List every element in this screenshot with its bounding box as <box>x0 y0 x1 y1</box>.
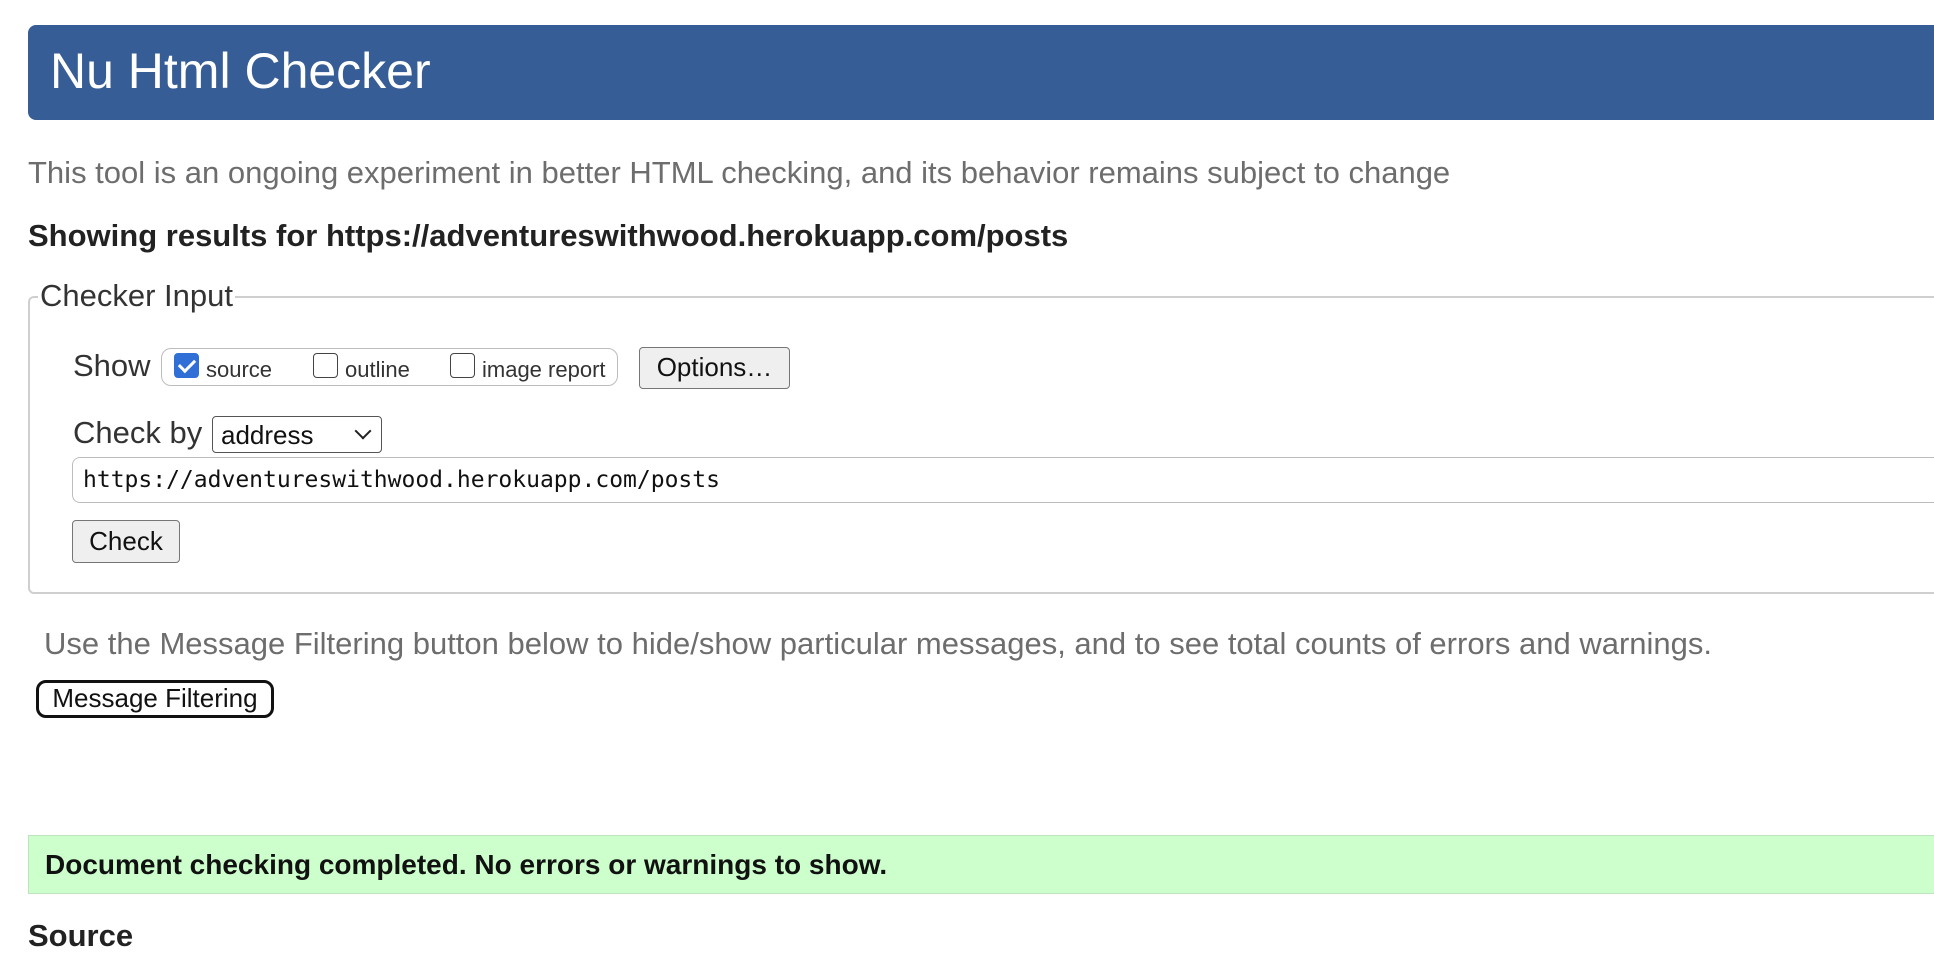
options-button[interactable]: Options… <box>639 347 790 389</box>
message-filtering-note: Use the Message Filtering button below t… <box>44 626 1713 661</box>
chevron-down-icon <box>354 422 372 440</box>
check-by-select[interactable]: address <box>212 416 382 453</box>
message-filtering-button[interactable]: Message Filtering <box>36 680 274 718</box>
url-input[interactable]: https://adventureswithwood.herokuapp.com… <box>72 457 1934 503</box>
header-banner: Nu Html Checker <box>28 25 1934 120</box>
source-heading: Source <box>28 918 134 953</box>
source-checkbox-label[interactable]: source <box>206 357 272 383</box>
check-by-label: Check by <box>73 415 203 450</box>
image-report-checkbox[interactable] <box>450 353 475 378</box>
url-input-value: https://adventureswithwood.herokuapp.com… <box>83 467 720 493</box>
page: Nu Html Checker This tool is an ongoing … <box>0 0 1934 980</box>
check-by-selected-value: address <box>221 420 314 450</box>
show-options-group: source outline image report <box>161 348 618 386</box>
success-message-box: Document checking completed. No errors o… <box>28 835 1934 894</box>
outline-checkbox[interactable] <box>313 353 338 378</box>
show-label: Show <box>73 348 151 383</box>
page-title: Nu Html Checker <box>50 43 431 99</box>
checker-input-legend: Checker Input <box>38 278 235 314</box>
tool-tagline: This tool is an ongoing experiment in be… <box>28 155 1451 190</box>
image-report-checkbox-label[interactable]: image report <box>482 357 606 383</box>
source-checkbox[interactable] <box>174 353 199 378</box>
results-heading: Showing results for https://adventureswi… <box>28 218 1069 253</box>
check-button[interactable]: Check <box>72 520 180 563</box>
success-message: Document checking completed. No errors o… <box>45 849 888 880</box>
outline-checkbox-label[interactable]: outline <box>345 357 410 383</box>
